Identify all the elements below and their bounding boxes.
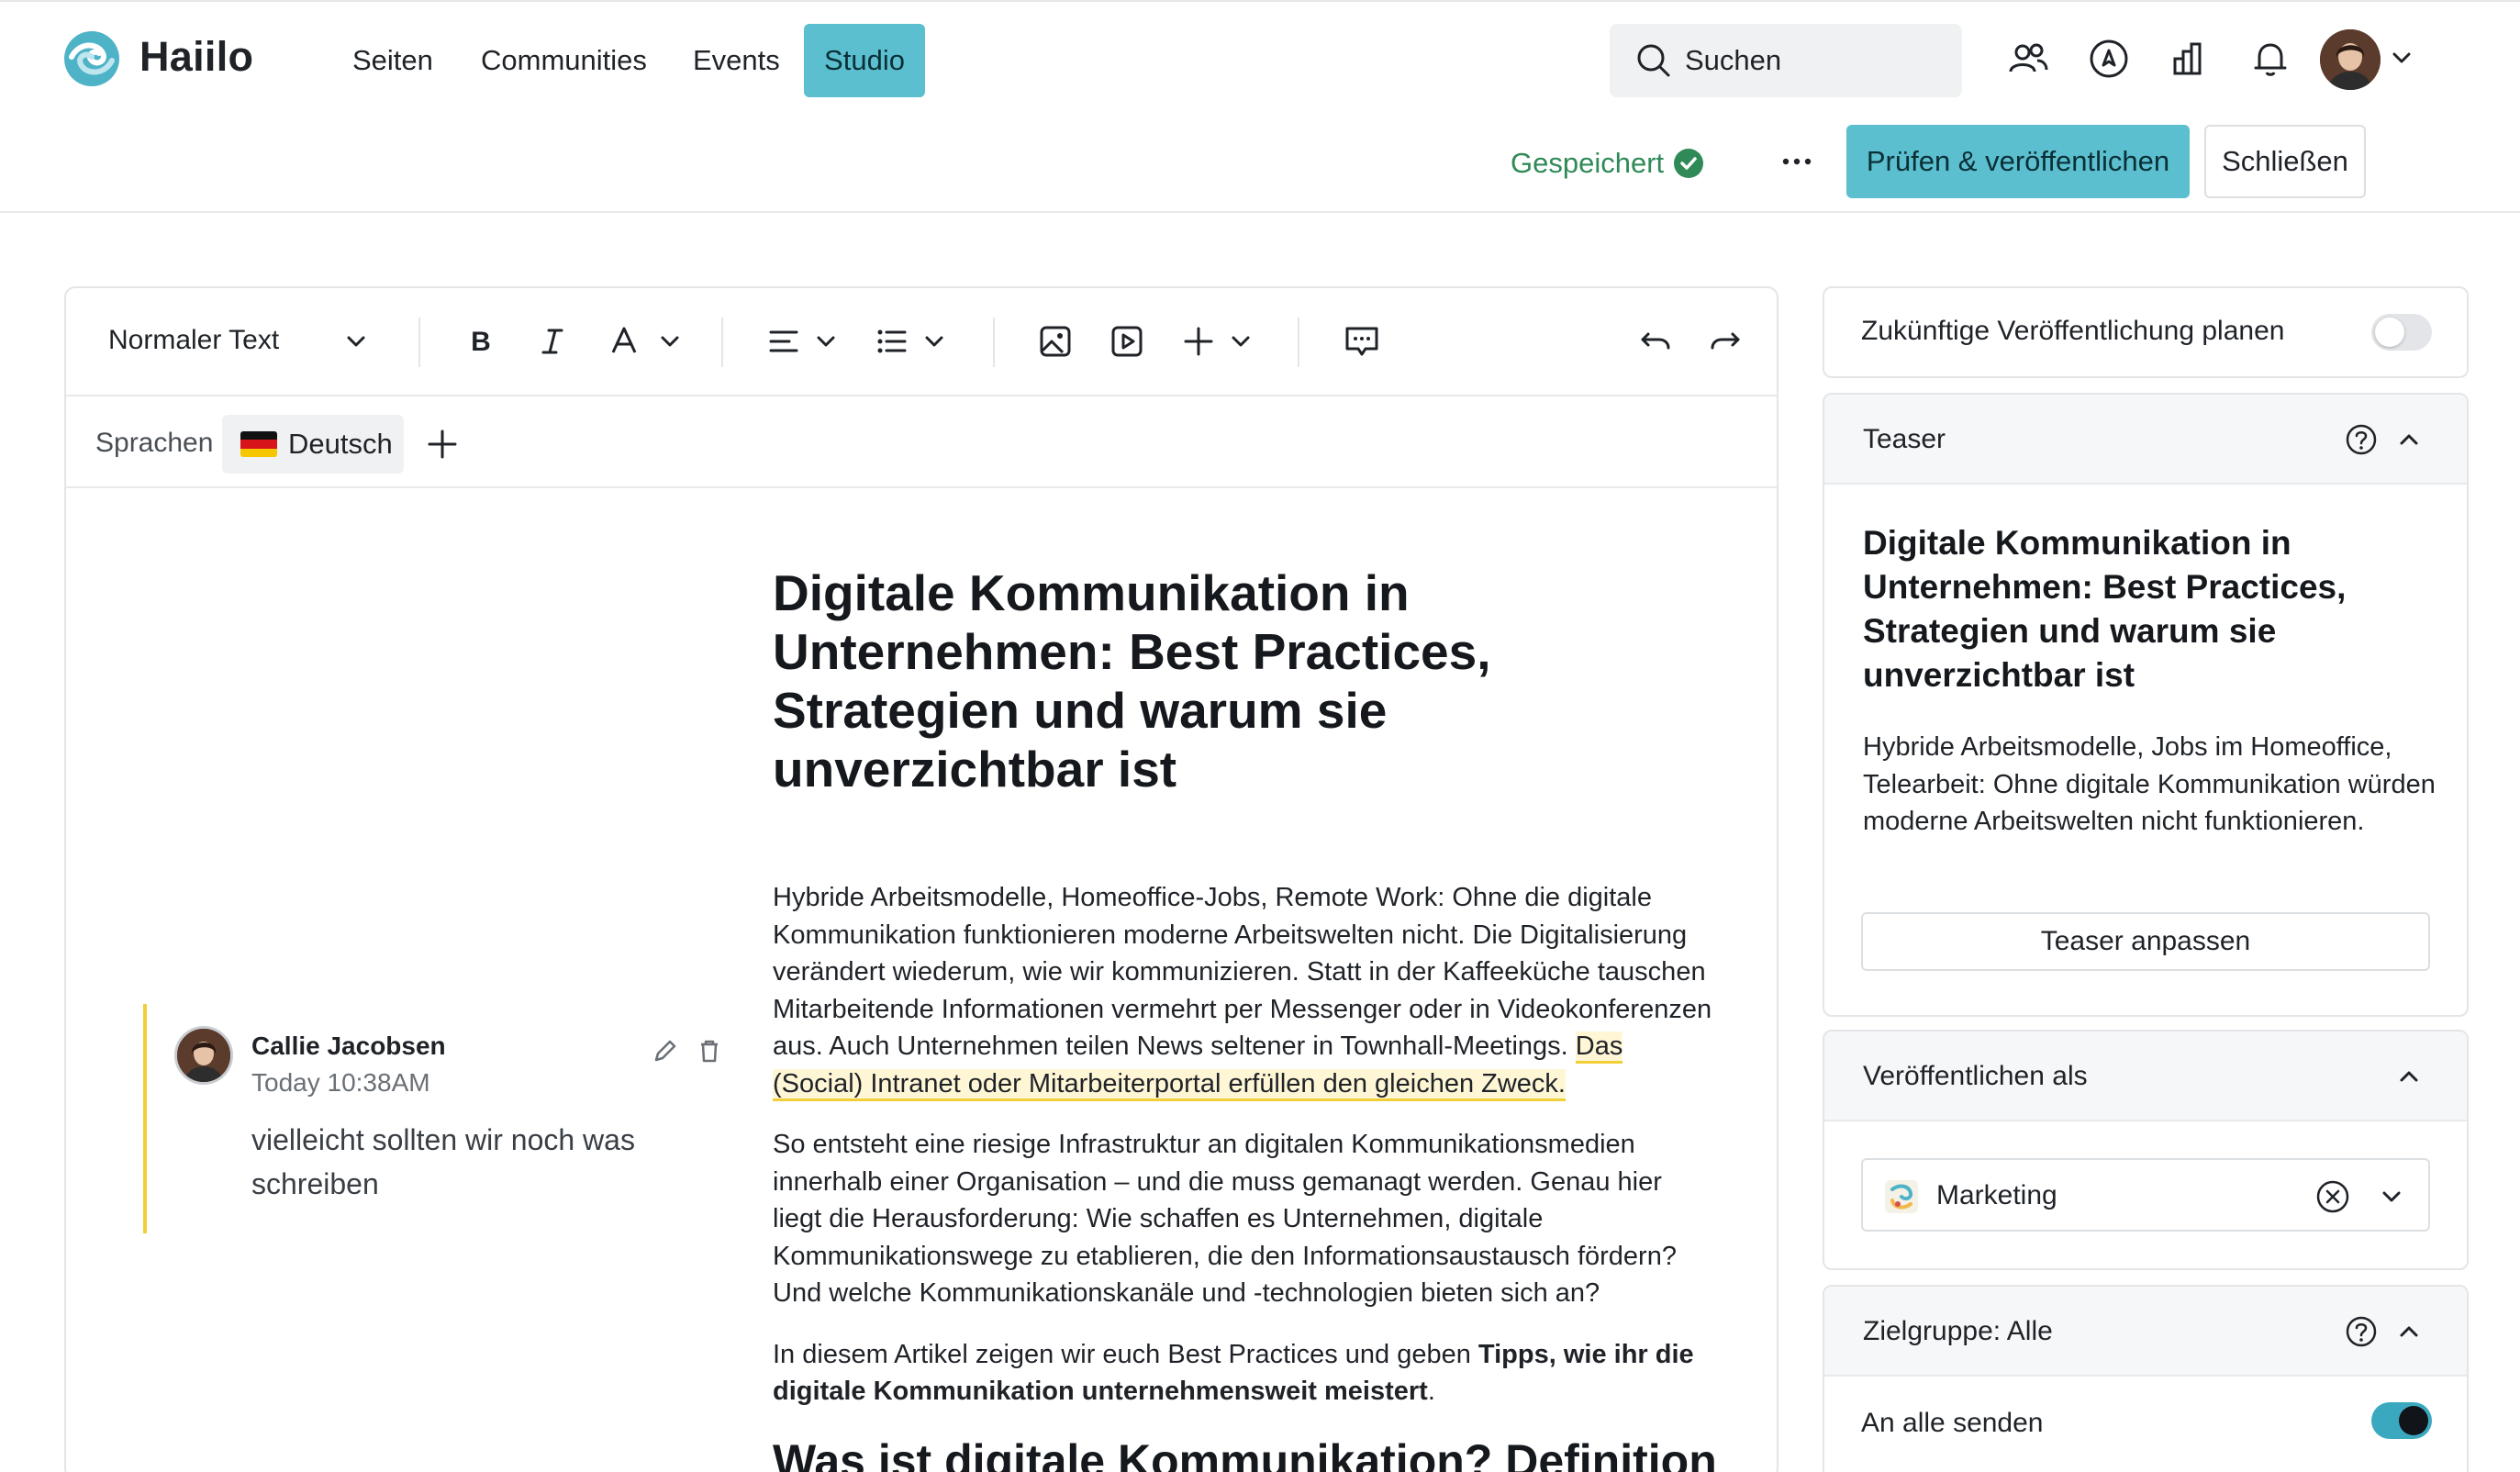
article-paragraph-1[interactable]: Hybride Arbeitsmodelle, Homeoffice-Jobs,… bbox=[773, 879, 1718, 1102]
chevron-up-icon[interactable] bbox=[2392, 1314, 2426, 1349]
publish-as-value: Marketing bbox=[1936, 1180, 2057, 1210]
people-icon[interactable] bbox=[2006, 37, 2050, 81]
list-chevron-down-icon[interactable] bbox=[914, 321, 954, 362]
delete-trash-icon[interactable] bbox=[694, 1035, 725, 1066]
publish-button[interactable]: Prüfen & veröffentlichen bbox=[1846, 125, 2190, 198]
chevron-down-icon[interactable] bbox=[2373, 1178, 2410, 1215]
redo-icon[interactable] bbox=[1705, 321, 1745, 362]
german-flag-icon bbox=[240, 431, 277, 457]
bullet-list-icon[interactable] bbox=[872, 321, 912, 362]
comment-author: Callie Jacobsen bbox=[251, 1032, 446, 1060]
teaser-text: Hybride Arbeitsmodelle, Jobs im Homeoffi… bbox=[1863, 732, 2436, 836]
teaser-heading: Teaser bbox=[1863, 424, 1946, 454]
editor-card: Normaler Text B Sprachen Deutsch Callie … bbox=[64, 286, 1778, 1472]
toolbar-divider bbox=[1298, 318, 1299, 367]
comment-author-avatar bbox=[174, 1026, 233, 1085]
comment-text: vielleicht sollten wir noch was schreibe… bbox=[251, 1123, 635, 1200]
send-all-label: An alle senden bbox=[1861, 1408, 2044, 1438]
publish-as-select[interactable]: Marketing bbox=[1861, 1158, 2430, 1232]
nav-item-seiten[interactable]: Seiten bbox=[352, 44, 433, 77]
publish-as-panel: Veröffentlichen als Marketing bbox=[1823, 1030, 2469, 1270]
svg-text:B: B bbox=[471, 327, 491, 357]
languages-label: Sprachen bbox=[95, 428, 214, 458]
text-style-select[interactable]: Normaler Text bbox=[108, 325, 279, 356]
paragraph-3-text: In diesem Artikel zeigen wir euch Best P… bbox=[773, 1339, 1478, 1369]
font-color-icon[interactable] bbox=[604, 321, 644, 362]
header-divider bbox=[0, 211, 2520, 213]
add-language-plus-icon[interactable] bbox=[422, 424, 463, 464]
image-icon[interactable] bbox=[1035, 321, 1076, 362]
toggle-knob bbox=[2375, 318, 2404, 347]
align-chevron-down-icon[interactable] bbox=[806, 321, 846, 362]
comment-timestamp: Today 10:38AM bbox=[251, 1068, 430, 1097]
edit-pencil-icon[interactable] bbox=[650, 1035, 681, 1066]
compass-icon[interactable] bbox=[2087, 37, 2131, 81]
font-color-chevron-down-icon[interactable] bbox=[650, 321, 690, 362]
editor-toolbar: Normaler Text B bbox=[66, 288, 1777, 396]
search-placeholder: Suchen bbox=[1685, 44, 1782, 76]
search-icon bbox=[1637, 44, 1670, 77]
article-paragraph-2[interactable]: So entsteht eine riesige Infrastruktur a… bbox=[773, 1126, 1718, 1312]
user-avatar[interactable] bbox=[2320, 29, 2381, 90]
app-name: Haiilo bbox=[139, 33, 254, 80]
close-button[interactable]: Schließen bbox=[2204, 125, 2366, 198]
language-bar: Sprachen Deutsch bbox=[66, 396, 1777, 488]
bold-icon[interactable]: B bbox=[461, 321, 501, 362]
toolbar-divider bbox=[993, 318, 995, 367]
user-menu-chevron-down-icon[interactable] bbox=[2386, 42, 2417, 73]
send-all-toggle[interactable] bbox=[2371, 1402, 2432, 1439]
toolbar-divider bbox=[721, 318, 723, 367]
search-input[interactable]: Suchen bbox=[1610, 24, 1962, 97]
italic-icon[interactable] bbox=[532, 321, 573, 362]
clear-circle-x-icon[interactable] bbox=[2314, 1178, 2351, 1215]
audience-header[interactable]: Zielgruppe: Alle bbox=[1824, 1287, 2467, 1377]
publish-as-header[interactable]: Veröffentlichen als bbox=[1824, 1032, 2467, 1121]
paragraph-1-text: Hybride Arbeitsmodelle, Homeoffice-Jobs,… bbox=[773, 883, 1712, 1061]
bell-icon[interactable] bbox=[2248, 37, 2292, 81]
paragraph-3-end: . bbox=[1427, 1377, 1435, 1406]
article-heading-2[interactable]: Was ist digitale Kommunikation? Definiti… bbox=[773, 1434, 1718, 1472]
comment-card[interactable]: Callie Jacobsen Today 10:38AM vielleicht… bbox=[143, 1004, 718, 1233]
align-left-icon[interactable] bbox=[764, 321, 804, 362]
schedule-toggle[interactable] bbox=[2371, 314, 2432, 351]
language-chip-deutsch[interactable]: Deutsch bbox=[222, 415, 404, 474]
help-icon[interactable] bbox=[2344, 1314, 2379, 1349]
chevron-up-icon[interactable] bbox=[2392, 422, 2426, 457]
help-icon[interactable] bbox=[2344, 422, 2379, 457]
insert-chevron-down-icon[interactable] bbox=[1221, 321, 1261, 362]
marketing-space-icon bbox=[1883, 1178, 1920, 1215]
edit-teaser-button[interactable]: Teaser anpassen bbox=[1861, 912, 2430, 971]
check-circle-icon bbox=[1674, 149, 1704, 178]
schedule-panel: Zukünftige Veröffentlichung planen bbox=[1823, 286, 2469, 378]
more-options-icon[interactable] bbox=[1775, 139, 1819, 184]
teaser-panel-header[interactable]: Teaser bbox=[1824, 395, 2467, 485]
plus-icon[interactable] bbox=[1178, 321, 1219, 362]
nav-item-communities[interactable]: Communities bbox=[481, 44, 647, 77]
undo-icon[interactable] bbox=[1635, 321, 1676, 362]
nav-item-studio[interactable]: Studio bbox=[804, 24, 925, 97]
saved-status: Gespeichert bbox=[1511, 147, 1704, 180]
toolbar-divider bbox=[418, 318, 420, 367]
article-body[interactable]: Digitale Kommunikation in Unternehmen: B… bbox=[773, 563, 1718, 1472]
audience-heading: Zielgruppe: Alle bbox=[1863, 1316, 2053, 1346]
language-chip-label: Deutsch bbox=[288, 428, 393, 460]
saved-label: Gespeichert bbox=[1511, 147, 1665, 179]
article-paragraph-3[interactable]: In diesem Artikel zeigen wir euch Best P… bbox=[773, 1336, 1718, 1411]
video-icon[interactable] bbox=[1107, 321, 1147, 362]
teaser-panel: Teaser Digitale Kommunikation in Unterne… bbox=[1823, 393, 2469, 1017]
text-style-value: Normaler Text bbox=[108, 325, 280, 355]
text-style-chevron-down-icon[interactable] bbox=[336, 321, 376, 362]
chevron-up-icon[interactable] bbox=[2392, 1059, 2426, 1094]
schedule-label: Zukünftige Veröffentlichung planen bbox=[1861, 316, 2285, 346]
nav-item-events[interactable]: Events bbox=[693, 44, 780, 77]
publish-as-heading: Veröffentlichen als bbox=[1863, 1061, 2088, 1091]
teaser-title: Digitale Kommunikation in Unternehmen: B… bbox=[1863, 524, 2347, 694]
top-navigation: Haiilo Seiten Communities Events Studio … bbox=[0, 0, 2520, 198]
toggle-knob bbox=[2399, 1406, 2428, 1435]
audience-panel: Zielgruppe: Alle An alle senden bbox=[1823, 1285, 2469, 1472]
analytics-icon[interactable] bbox=[2168, 37, 2212, 81]
article-title[interactable]: Digitale Kommunikation in Unternehmen: B… bbox=[773, 563, 1718, 798]
comment-icon[interactable] bbox=[1342, 321, 1382, 362]
haiilo-logo-icon[interactable] bbox=[62, 29, 121, 88]
